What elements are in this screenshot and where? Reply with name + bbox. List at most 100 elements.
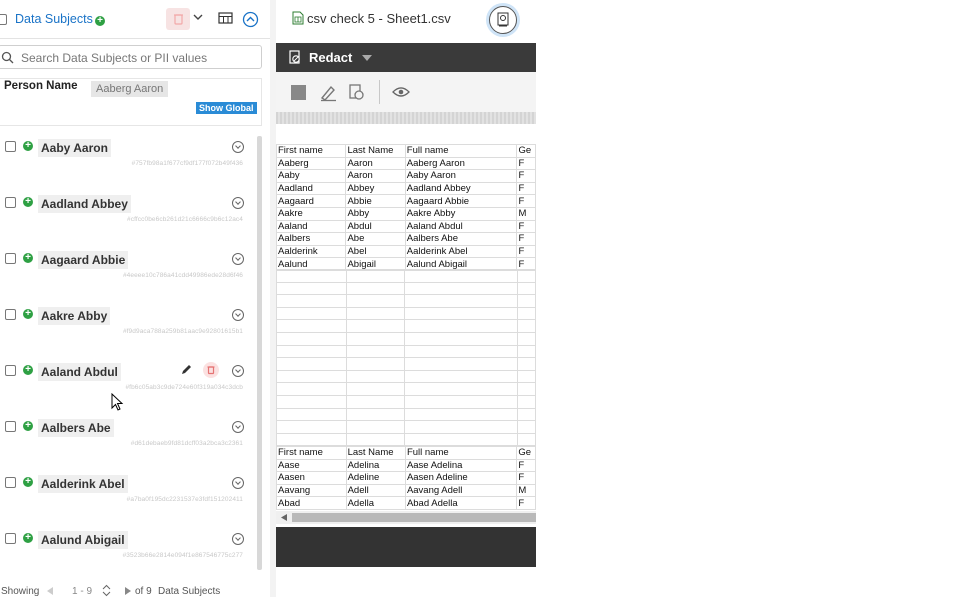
empty-cell[interactable] (516, 319, 536, 333)
cell[interactable]: F (516, 181, 536, 196)
subject-row[interactable]: + Aalbers Abe #d61debaeb9fd81dcff03a2bca3c… (0, 410, 255, 466)
cell[interactable]: F (516, 219, 536, 234)
empty-cell[interactable] (403, 357, 518, 371)
empty-cell[interactable] (516, 407, 536, 422)
cell[interactable]: Aaby Aaron (404, 169, 518, 183)
empty-cell[interactable] (516, 357, 536, 371)
cell[interactable]: Abdul (345, 219, 406, 234)
cell[interactable]: F (516, 156, 536, 171)
empty-cell[interactable] (403, 319, 518, 333)
add-subject-icon[interactable]: + (23, 253, 33, 263)
collapse-up-icon[interactable] (242, 11, 259, 28)
cell[interactable]: Aalbers Abe (404, 232, 518, 246)
empty-cell[interactable] (516, 382, 536, 396)
empty-cell[interactable] (403, 420, 518, 434)
cell[interactable]: Adelina (345, 458, 406, 473)
header-cell[interactable]: Last Name (345, 446, 406, 460)
empty-cell[interactable] (403, 306, 518, 321)
add-subject-icon[interactable]: + (23, 421, 33, 431)
expand-chevron-icon[interactable] (232, 421, 244, 433)
cell[interactable]: F (516, 169, 536, 183)
box-redact-icon[interactable] (291, 85, 306, 100)
empty-cell[interactable] (345, 394, 405, 409)
table-view-icon[interactable] (218, 12, 234, 25)
empty-cell[interactable] (345, 331, 405, 346)
subject-row[interactable]: + Aaby Aaron #757fb98a1f677cf9df177f072b49… (0, 130, 255, 186)
cell[interactable]: F (516, 458, 536, 473)
cell[interactable]: Abe (345, 232, 406, 246)
empty-cell[interactable] (516, 281, 536, 296)
empty-cell[interactable] (345, 319, 405, 333)
cell[interactable]: F (516, 244, 536, 259)
subject-name[interactable]: Aalbers Abe (38, 419, 114, 437)
empty-cell[interactable] (403, 294, 518, 308)
empty-cell[interactable] (403, 344, 518, 359)
cell[interactable]: Aalderink (276, 244, 347, 259)
subject-row[interactable]: + Aakre Abby #f9d9aca788a259b81aac9e928016… (0, 298, 255, 354)
subject-row[interactable]: + Aalund Abigail #3523b66e2814e094f1e86754… (0, 522, 255, 578)
cell[interactable]: Abby (345, 206, 406, 221)
expand-chevron-icon[interactable] (232, 477, 244, 489)
empty-cell[interactable] (403, 369, 518, 384)
expand-chevron-icon[interactable] (232, 533, 244, 545)
cell[interactable]: Aaland (276, 219, 347, 234)
cell[interactable]: Aaron (345, 156, 406, 171)
header-cell[interactable]: First name (276, 144, 347, 158)
cell[interactable]: Aagaard (276, 194, 347, 208)
select-all-checkbox[interactable] (0, 14, 7, 25)
cell[interactable]: M (516, 483, 536, 498)
empty-cell[interactable] (345, 407, 405, 422)
empty-cell[interactable] (276, 357, 347, 371)
expand-chevron-icon[interactable] (232, 309, 244, 321)
empty-cell[interactable] (403, 269, 518, 283)
cell[interactable]: Adeline (345, 471, 406, 485)
cell[interactable]: Adell (345, 483, 406, 498)
cell[interactable]: Aasen (276, 471, 347, 485)
cell[interactable]: Abad Adella (404, 496, 518, 510)
scroll-left-icon[interactable] (280, 513, 288, 522)
cell[interactable]: Aase Adelina (404, 458, 518, 473)
header-cell[interactable]: Full name (404, 144, 518, 158)
empty-cell[interactable] (276, 269, 347, 283)
empty-cell[interactable] (276, 294, 347, 308)
page-range[interactable]: 1 - 9 (72, 586, 92, 597)
empty-cell[interactable] (403, 331, 518, 346)
header-cell[interactable]: First name (276, 446, 347, 460)
search-input[interactable] (19, 49, 258, 67)
cell[interactable]: Aakre Abby (404, 206, 518, 221)
empty-cell[interactable] (516, 420, 536, 434)
empty-cell[interactable] (345, 281, 405, 296)
empty-cell[interactable] (403, 407, 518, 422)
cell[interactable]: F (516, 232, 536, 246)
empty-cell[interactable] (345, 420, 405, 434)
subject-name[interactable]: Aalund Abigail (38, 531, 128, 549)
chevron-down-icon[interactable] (192, 13, 204, 23)
cell[interactable]: F (516, 471, 536, 485)
next-page-icon[interactable] (124, 586, 132, 596)
expand-chevron-icon[interactable] (232, 197, 244, 209)
empty-cell[interactable] (516, 432, 536, 447)
cell[interactable]: M (516, 206, 536, 221)
page-redact-icon[interactable] (348, 83, 366, 102)
panel-title[interactable]: Data Subjects (15, 12, 93, 26)
eye-icon[interactable] (392, 85, 410, 99)
row-checkbox[interactable] (5, 421, 16, 432)
delete-button[interactable] (166, 8, 190, 30)
cell[interactable]: Aavang Adell (404, 483, 518, 498)
scan-button[interactable] (486, 3, 520, 37)
cell[interactable]: Aaberg (276, 156, 347, 171)
expand-chevron-icon[interactable] (232, 365, 244, 377)
cell[interactable]: Abbie (345, 194, 406, 208)
empty-cell[interactable] (276, 407, 347, 422)
row-delete-button[interactable] (203, 362, 219, 378)
empty-cell[interactable] (276, 394, 347, 409)
header-cell[interactable]: Ge (516, 144, 536, 158)
empty-cell[interactable] (345, 357, 405, 371)
empty-cell[interactable] (516, 394, 536, 409)
empty-cell[interactable] (276, 306, 347, 321)
draw-redact-icon[interactable] (319, 83, 338, 102)
subject-row[interactable]: + Aagaard Abbie #4eeee10c786a41cdd49986ede… (0, 242, 255, 298)
add-subject-icon[interactable]: + (23, 477, 33, 487)
empty-cell[interactable] (345, 382, 405, 396)
add-subject-icon[interactable]: + (23, 309, 33, 319)
